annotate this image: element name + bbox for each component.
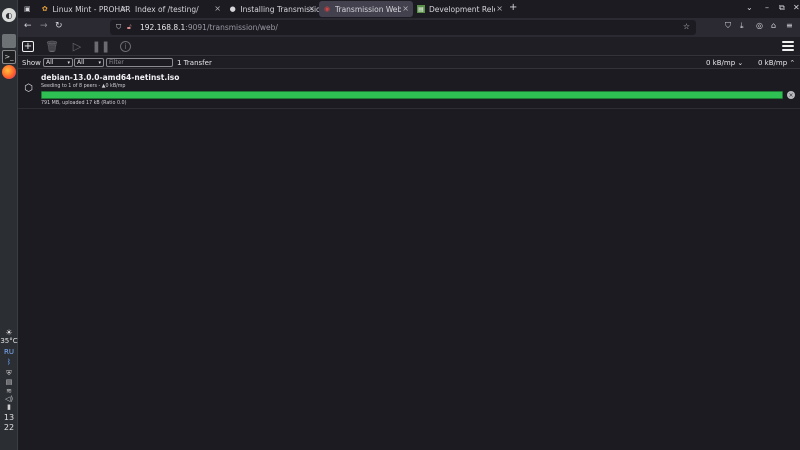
- shield-icon[interactable]: ⛉: [116, 23, 121, 32]
- tab-label: Linux Mint - PROHARD: [52, 4, 132, 14]
- torrent-remove-icon[interactable]: ×: [787, 91, 795, 99]
- url-text: 192.168.8.1:9091/transmission/web/: [140, 23, 278, 32]
- add-torrent-icon[interactable]: +: [22, 41, 34, 52]
- weather-icon: ☀: [5, 328, 13, 337]
- filter-bar: Show All ▾ All ▾ Filter 1 Transfer 0 kB/…: [18, 57, 800, 69]
- keyboard-layout[interactable]: RU: [0, 348, 18, 356]
- tracker-filter-value: All: [77, 59, 85, 66]
- tab-list-icon[interactable]: ⌄: [746, 3, 753, 12]
- new-tab-button[interactable]: +: [509, 2, 517, 13]
- bluetooth-icon[interactable]: ᛒ: [4, 358, 14, 366]
- clock-hour[interactable]: 13: [0, 413, 18, 422]
- upload-arrow-icon: ⌃: [789, 59, 796, 67]
- minimize-icon[interactable]: –: [765, 3, 769, 12]
- mint-menu-icon[interactable]: ◐: [2, 8, 16, 22]
- forward-icon[interactable]: →: [40, 21, 48, 31]
- hamburger-menu-icon[interactable]: [782, 41, 794, 51]
- bookmark-star-icon[interactable]: ☆: [683, 22, 690, 31]
- tab-label: Development Release: [429, 4, 495, 14]
- torrent-progress-bar: [41, 91, 783, 99]
- url-host: 192.168.8.1: [140, 23, 186, 32]
- firefox-icon[interactable]: [2, 65, 16, 79]
- close-icon[interactable]: ×: [308, 4, 315, 13]
- extensions-icon[interactable]: ⌂: [771, 21, 776, 30]
- close-window-icon[interactable]: ✕: [793, 3, 800, 12]
- mint-leaf-icon: ✿: [41, 5, 48, 13]
- torrent-stats: 791 MB, uploaded 17 kB (Ratio 0.0): [41, 101, 127, 106]
- app-menu-icon[interactable]: ≡: [786, 21, 793, 30]
- insecure-lock-icon[interactable]: 🔓︎: [127, 23, 132, 32]
- chevron-down-icon: ▾: [67, 60, 70, 66]
- tab-development-release[interactable]: ▤ Development Release ×: [413, 1, 507, 17]
- transmission-icon: ◉: [323, 5, 331, 13]
- restore-icon[interactable]: ⧉: [779, 3, 785, 13]
- tab-linux-mint[interactable]: ✿ Linux Mint - PROHARD ×: [37, 1, 131, 17]
- page-icon: ▤: [417, 5, 425, 13]
- pause-icon[interactable]: ❚❚: [92, 39, 110, 53]
- trash-icon[interactable]: 🗑︎: [45, 39, 59, 53]
- show-label: Show: [22, 59, 41, 67]
- torrent-file-icon: ⬡: [24, 83, 33, 94]
- status-filter-value: All: [46, 59, 54, 66]
- torrent-name: debian-13.0.0-amd64-netinst.iso: [41, 73, 180, 82]
- download-speed-value: 0 kB/mp: [706, 59, 736, 67]
- browser-navbar: ← → ↻ ⛉ 🔓︎ 192.168.8.1:9091/transmission…: [18, 18, 800, 37]
- url-path: :9091/transmission/web/: [185, 23, 278, 32]
- download-arrow-icon: ⌄: [737, 59, 744, 67]
- update-icon[interactable]: ⛨: [4, 369, 14, 377]
- reload-icon[interactable]: ↻: [55, 21, 63, 31]
- transfer-count: 1 Transfer: [177, 59, 212, 67]
- screen: ◐ >_ ☀ 35°C RU ᛒ ⛨ ▤ ≋ ◁) ▮ 13 22 ▣ ✿ Li…: [0, 0, 800, 450]
- close-icon[interactable]: ×: [496, 4, 503, 13]
- chevron-down-icon: ▾: [98, 60, 101, 66]
- pocket-icon[interactable]: ⛉: [725, 21, 731, 31]
- tab-label: Installing Transmission: [240, 4, 319, 14]
- close-icon[interactable]: ×: [402, 4, 409, 13]
- files-icon[interactable]: [2, 34, 16, 48]
- download-speed: 0 kB/mp ⌄: [706, 59, 743, 67]
- tab-overview-icon: ▣: [24, 5, 31, 13]
- clock-minute[interactable]: 22: [0, 423, 18, 432]
- tab-transmission-web[interactable]: ◉ Transmission Web Int ×: [319, 1, 413, 17]
- taskbar: ◐ >_ ☀ 35°C RU ᛒ ⛨ ▤ ≋ ◁) ▮ 13 22: [0, 0, 18, 450]
- tab-overview-button[interactable]: ▣: [20, 1, 34, 17]
- torrent-peers: Seeding to 1 of 8 peers - ▲0 kB/mp: [41, 84, 126, 89]
- weather-temp[interactable]: 35°C: [0, 337, 18, 345]
- tab-index-testing[interactable]: Index of /testing/ ×: [131, 1, 225, 17]
- torrent-progress-fill: [42, 92, 782, 98]
- filter-input[interactable]: Filter: [106, 58, 173, 67]
- transmission-toolbar: + 🗑︎ ▷ ❚❚ i: [18, 37, 800, 56]
- network-icon[interactable]: ≋: [4, 387, 14, 395]
- downloads-icon[interactable]: ⤓: [740, 21, 744, 31]
- status-filter-select[interactable]: All ▾: [43, 58, 73, 67]
- tab-label: Index of /testing/: [135, 4, 199, 14]
- browser-tab-strip: ▣ ✿ Linux Mint - PROHARD × Index of /tes…: [18, 0, 800, 18]
- torrent-row[interactable]: ⬡ debian-13.0.0-amd64-netinst.iso Seedin…: [18, 70, 800, 109]
- close-icon[interactable]: ×: [120, 4, 127, 13]
- back-icon[interactable]: ←: [24, 21, 32, 31]
- drive-icon[interactable]: ▤: [4, 378, 14, 386]
- url-bar[interactable]: ⛉ 🔓︎ 192.168.8.1:9091/transmission/web/ …: [110, 20, 696, 35]
- upload-speed: 0 kB/mp ⌃: [758, 59, 795, 67]
- github-icon: ●: [229, 5, 236, 13]
- account-icon[interactable]: ◎: [756, 21, 763, 30]
- info-icon[interactable]: i: [120, 41, 131, 52]
- upload-speed-value: 0 kB/mp: [758, 59, 788, 67]
- close-icon[interactable]: ×: [214, 4, 221, 13]
- terminal-icon[interactable]: >_: [2, 50, 16, 64]
- tab-label: Transmission Web Int: [335, 4, 401, 14]
- play-icon[interactable]: ▷: [70, 39, 84, 53]
- battery-icon[interactable]: ▮: [4, 403, 14, 411]
- volume-icon[interactable]: ◁): [4, 395, 14, 403]
- tracker-filter-select[interactable]: All ▾: [74, 58, 104, 67]
- tab-installing-transmission[interactable]: ● Installing Transmission ×: [225, 1, 319, 17]
